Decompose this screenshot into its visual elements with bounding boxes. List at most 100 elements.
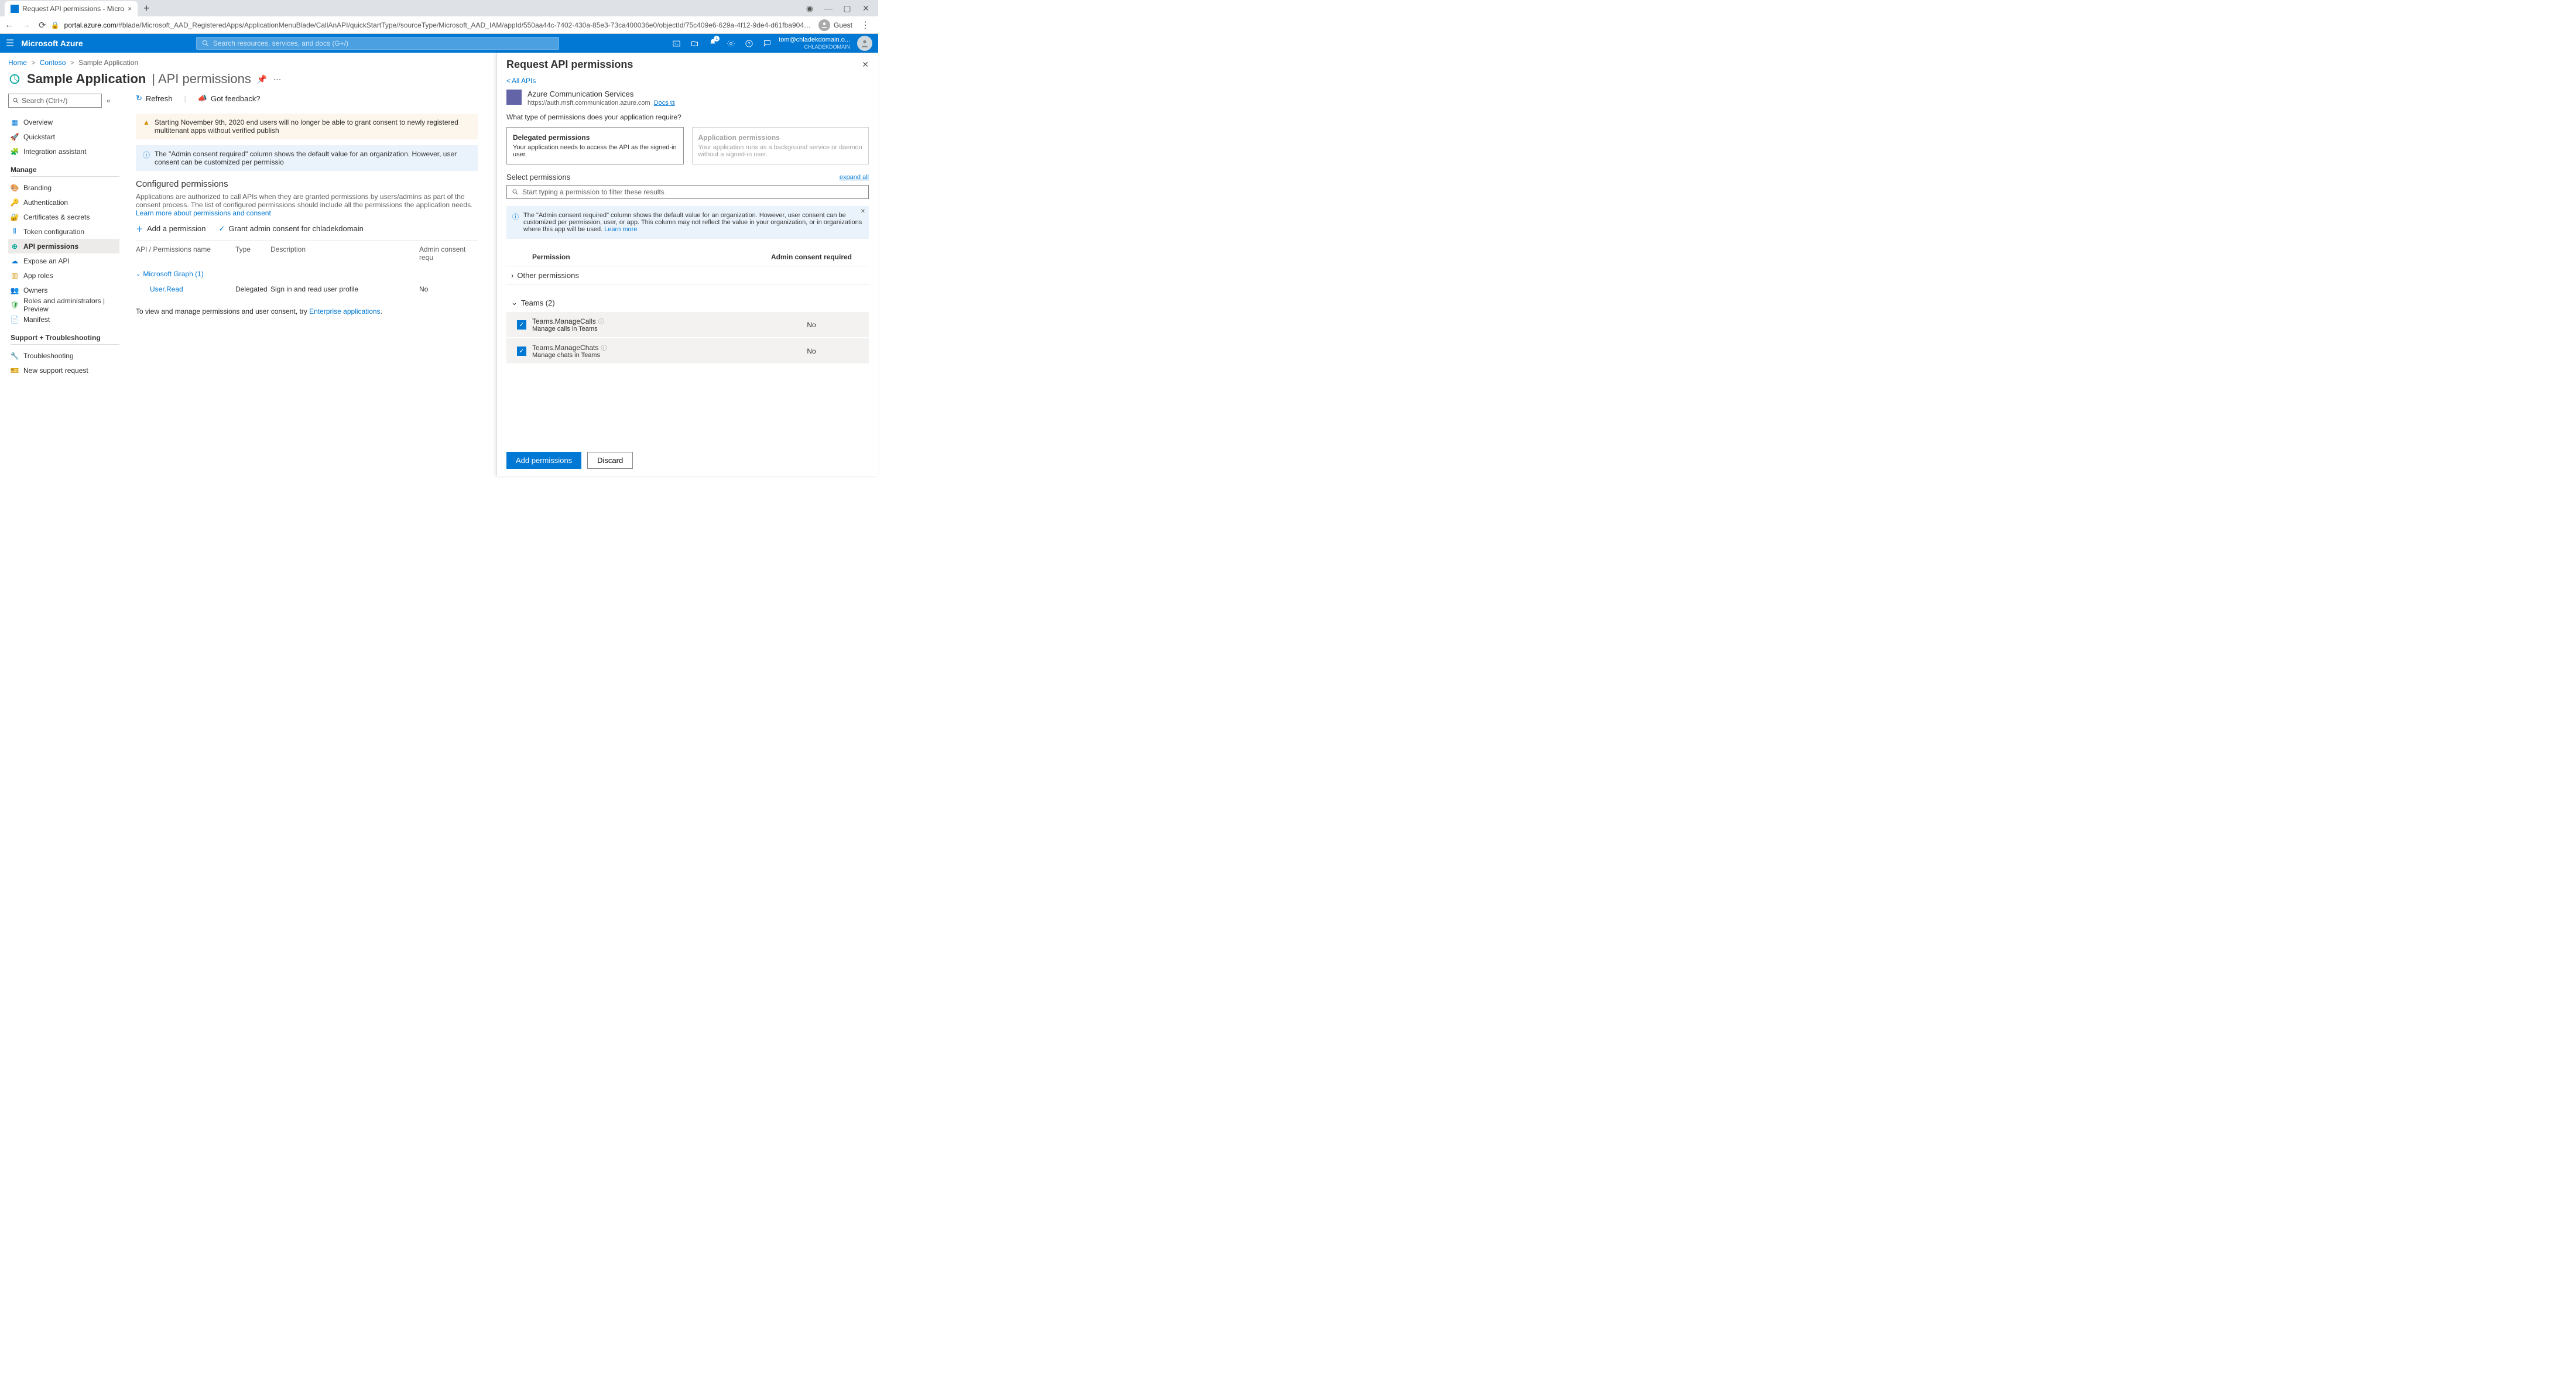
nav-app-roles[interactable]: ▥App roles — [8, 268, 119, 283]
tooltip-icon[interactable]: ⓘ — [598, 319, 604, 325]
feedback-icon[interactable] — [763, 39, 772, 48]
more-icon[interactable]: ⋯ — [273, 74, 281, 84]
perm-row-user-read[interactable]: User.Read Delegated Sign in and read use… — [136, 282, 478, 297]
chevron-down-icon: ⌄ — [511, 298, 518, 307]
account-info[interactable]: tom@chladekdomain.o... CHLADEKDOMAIN — [779, 36, 850, 50]
group-other-permissions[interactable]: ›Other permissions — [506, 266, 869, 285]
perm-group-msgraph[interactable]: ⌄Microsoft Graph (1) — [136, 266, 478, 282]
nav-roles-admin[interactable]: 🛡Roles and administrators | Preview — [8, 297, 119, 312]
select-permissions-title: Select permissions — [506, 173, 570, 181]
roles-icon: ▥ — [11, 272, 19, 280]
nav-token[interactable]: ⫴Token configuration — [8, 224, 119, 239]
nav-branding[interactable]: 🎨Branding — [8, 180, 119, 195]
search-permission-input[interactable]: Start typing a permission to filter thes… — [506, 185, 869, 199]
cloud-icon: ☁ — [11, 257, 19, 265]
nav-certificates[interactable]: 🔐Certificates & secrets — [8, 210, 119, 224]
pin-icon[interactable]: 📌 — [257, 74, 267, 84]
nav-api-permissions[interactable]: ⊕API permissions — [8, 239, 119, 253]
hamburger-icon[interactable]: ☰ — [6, 37, 14, 49]
close-info-icon[interactable]: ✕ — [861, 208, 865, 215]
all-apis-link[interactable]: < All APIs — [506, 77, 869, 85]
check-icon: ✓ — [218, 224, 225, 234]
plus-icon: ＋ — [136, 223, 143, 234]
panel-title: Request API permissions — [506, 59, 633, 71]
close-window-icon[interactable]: ✕ — [858, 4, 873, 13]
guest-profile[interactable]: Guest — [818, 19, 852, 31]
reload-icon[interactable]: ⟳ — [39, 20, 46, 30]
help-icon[interactable]: ? — [745, 39, 753, 48]
azure-brand[interactable]: Microsoft Azure — [21, 39, 83, 48]
refresh-button[interactable]: ↻Refresh — [136, 94, 172, 103]
directories-icon[interactable] — [690, 39, 699, 48]
group-teams[interactable]: ⌄Teams (2) — [506, 293, 869, 312]
page-title: Sample Application — [27, 71, 146, 87]
browser-address-bar: ← → ⟳ 🔒 portal.azure.com/#blade/Microsof… — [0, 16, 878, 34]
nav-new-support[interactable]: 🎫New support request — [8, 363, 119, 378]
panel-close-icon[interactable]: ✕ — [862, 60, 869, 70]
delegated-permissions-box[interactable]: Delegated permissions Your application n… — [506, 127, 684, 164]
browser-tab-bar: Request API permissions - Micro × + ◉ — … — [0, 0, 878, 16]
new-tab-button[interactable]: + — [138, 2, 156, 15]
col-admin-consent: Admin consent required — [759, 253, 864, 261]
breadcrumb-contoso[interactable]: Contoso — [40, 59, 66, 67]
feedback-button[interactable]: 📣Got feedback? — [198, 94, 261, 103]
record-icon[interactable]: ◉ — [802, 4, 817, 13]
discard-button[interactable]: Discard — [587, 452, 633, 469]
nav-integration[interactable]: 🧩Integration assistant — [8, 144, 119, 159]
browser-tab[interactable]: Request API permissions - Micro × — [5, 1, 138, 16]
nav-expose[interactable]: ☁Expose an API — [8, 253, 119, 268]
breadcrumb-sample[interactable]: Sample Application — [78, 59, 138, 67]
close-tab-icon[interactable]: × — [128, 5, 132, 13]
warning-banner: ▲Starting November 9th, 2020 end users w… — [136, 114, 478, 139]
nav-owners[interactable]: 👥Owners — [8, 283, 119, 297]
browser-menu-icon[interactable]: ⋮ — [857, 19, 873, 31]
perm-teams-managecalls[interactable]: Teams.ManageCallsⓘ Manage calls in Teams… — [506, 312, 869, 337]
nav-quickstart[interactable]: 🚀Quickstart — [8, 129, 119, 144]
learn-more-link[interactable]: Learn more — [604, 226, 637, 233]
back-icon[interactable]: ← — [5, 20, 13, 30]
nav-authentication[interactable]: 🔑Authentication — [8, 195, 119, 210]
maximize-icon[interactable]: ▢ — [840, 4, 855, 13]
breadcrumb-home[interactable]: Home — [8, 59, 27, 67]
grant-admin-consent-button[interactable]: ✓Grant admin consent for chladekdomain — [218, 223, 363, 234]
notifications-icon[interactable]: 1 — [708, 38, 717, 49]
nav-manifest[interactable]: 📄Manifest — [8, 312, 119, 327]
svg-text:?: ? — [748, 41, 751, 46]
nav-overview[interactable]: ▦Overview — [8, 115, 119, 129]
learn-more-link[interactable]: Learn more about permissions and consent — [136, 209, 271, 217]
azure-favicon — [11, 5, 19, 13]
overview-icon: ▦ — [11, 118, 19, 126]
gear-icon[interactable] — [727, 39, 735, 48]
checkbox-checked[interactable] — [517, 347, 526, 356]
megaphone-icon: 📣 — [198, 94, 207, 103]
user-avatar[interactable] — [857, 36, 872, 51]
sidebar-search[interactable]: Search (Ctrl+/) — [8, 94, 102, 108]
add-permissions-button[interactable]: Add permissions — [506, 452, 581, 469]
minimize-icon[interactable]: — — [821, 4, 836, 13]
collapse-sidebar-icon[interactable]: « — [107, 97, 111, 105]
enterprise-apps-link[interactable]: Enterprise applications — [309, 307, 380, 315]
application-permissions-box[interactable]: Application permissions Your application… — [692, 127, 869, 164]
forward-icon[interactable]: → — [22, 20, 30, 30]
url-field[interactable]: portal.azure.com/#blade/Microsoft_AAD_Re… — [64, 21, 814, 29]
key-icon: 🔑 — [11, 198, 19, 207]
api-url: https://auth.msft.communication.azure.co… — [527, 100, 650, 107]
cloud-shell-icon[interactable] — [672, 39, 681, 48]
warning-icon: ▲ — [143, 118, 150, 126]
people-icon: 👥 — [11, 286, 19, 294]
add-permission-button[interactable]: ＋Add a permission — [136, 223, 205, 234]
expand-all-link[interactable]: expand all — [840, 174, 869, 181]
request-api-permissions-panel: Request API permissions ✕ < All APIs Azu… — [496, 53, 878, 476]
perm-teams-managechats[interactable]: Teams.ManageChatsⓘ Manage chats in Teams… — [506, 338, 869, 363]
docs-link[interactable]: Docs ⧉ — [654, 100, 675, 107]
wrench-icon: 🔧 — [11, 352, 19, 360]
global-search[interactable]: Search resources, services, and docs (G+… — [196, 37, 559, 50]
api-name: Azure Communication Services — [527, 90, 675, 98]
checkbox-checked[interactable] — [517, 320, 526, 330]
nav-troubleshooting[interactable]: 🔧Troubleshooting — [8, 348, 119, 363]
breadcrumb: Home > Contoso > Sample Application — [8, 59, 478, 67]
panel-info-banner: ⓘ The "Admin consent required" column sh… — [506, 206, 869, 239]
app-icon — [8, 73, 21, 85]
tooltip-icon[interactable]: ⓘ — [601, 345, 607, 352]
rocket-icon: 🚀 — [11, 133, 19, 141]
